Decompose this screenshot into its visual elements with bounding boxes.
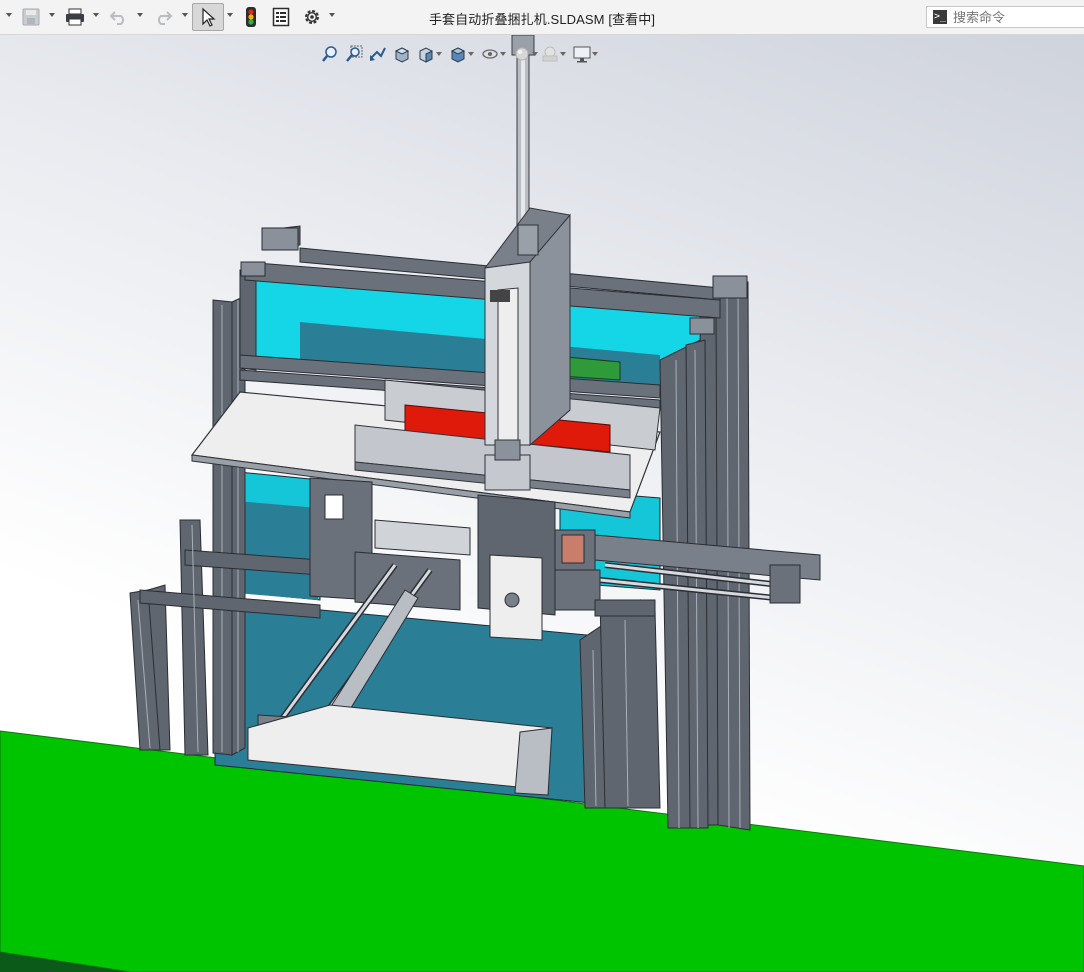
- zoom-to-fit-icon: [322, 46, 337, 62]
- edit-appearance-icon: [515, 47, 529, 61]
- options-gear-icon: [305, 10, 319, 24]
- view-settings-dropdown-icon[interactable]: [592, 52, 598, 56]
- select-dropdown-arrow-icon[interactable]: [227, 13, 233, 17]
- command-prompt-icon: >_: [933, 10, 947, 24]
- hide-show-items-button[interactable]: [478, 43, 506, 65]
- options-dropdown-arrow-icon[interactable]: [329, 13, 335, 17]
- options-button[interactable]: [300, 5, 324, 29]
- search-commands-input[interactable]: [953, 9, 1073, 25]
- undo-dropdown-arrow-icon[interactable]: [137, 13, 143, 17]
- assembly-model-view[interactable]: [0, 35, 1084, 972]
- display-style-dropdown-icon[interactable]: [468, 52, 474, 56]
- display-style-icon: [450, 47, 466, 63]
- view-settings-button[interactable]: [570, 43, 598, 65]
- view-settings-icon: [573, 46, 591, 63]
- section-view-button[interactable]: [390, 43, 414, 65]
- document-title-text: 手套自动折叠捆扎机.SLDASM [查看中]: [428, 12, 656, 27]
- previous-view-icon: [370, 47, 386, 61]
- print-icon: [66, 8, 84, 26]
- display-style-button[interactable]: [446, 43, 474, 65]
- zoom-to-fit-button[interactable]: [318, 43, 342, 65]
- edit-appearance-button[interactable]: [510, 43, 538, 65]
- main-toolbar: 手套自动折叠捆扎机.SLDASM [查看中] >_: [0, 0, 1084, 35]
- view-orientation-dropdown-icon[interactable]: [436, 52, 442, 56]
- save-icon: [22, 8, 40, 26]
- print-button[interactable]: [62, 5, 88, 29]
- undo-button[interactable]: [106, 5, 132, 29]
- rebuild-button[interactable]: [240, 5, 262, 29]
- heads-up-view-toolbar: [318, 43, 598, 65]
- hide-show-items-icon: [482, 49, 498, 59]
- view-orientation-button[interactable]: [414, 43, 442, 65]
- redo-button[interactable]: [150, 5, 176, 29]
- select-button[interactable]: [192, 3, 224, 31]
- apply-scene-dropdown-icon[interactable]: [560, 52, 566, 56]
- section-view-icon: [394, 47, 410, 63]
- redo-dropdown-arrow-icon[interactable]: [182, 13, 188, 17]
- view-orientation-icon: [419, 47, 433, 63]
- save-dropdown-arrow-icon[interactable]: [49, 13, 55, 17]
- graphics-area[interactable]: [0, 35, 1084, 972]
- file-properties-button[interactable]: [269, 5, 293, 29]
- menu-dropdown-arrow-icon[interactable]: [6, 13, 12, 17]
- apply-scene-icon: [542, 46, 558, 62]
- print-dropdown-arrow-icon[interactable]: [93, 13, 99, 17]
- previous-view-button[interactable]: [366, 43, 390, 65]
- zoom-to-area-icon: [346, 45, 363, 62]
- apply-scene-button[interactable]: [538, 43, 566, 65]
- undo-icon: [109, 11, 124, 25]
- save-button[interactable]: [18, 5, 44, 29]
- rebuild-traffic-light-icon: [246, 7, 256, 27]
- select-pointer-icon: [202, 7, 216, 27]
- redo-icon: [158, 11, 173, 25]
- front-storage-box-side: [514, 727, 553, 796]
- vertical-cylinder-assembly: [484, 35, 571, 491]
- hide-show-items-dropdown-icon[interactable]: [500, 52, 506, 56]
- file-properties-icon: [272, 7, 290, 27]
- command-search-box[interactable]: >_: [926, 6, 1084, 28]
- zoom-to-area-button[interactable]: [342, 43, 366, 65]
